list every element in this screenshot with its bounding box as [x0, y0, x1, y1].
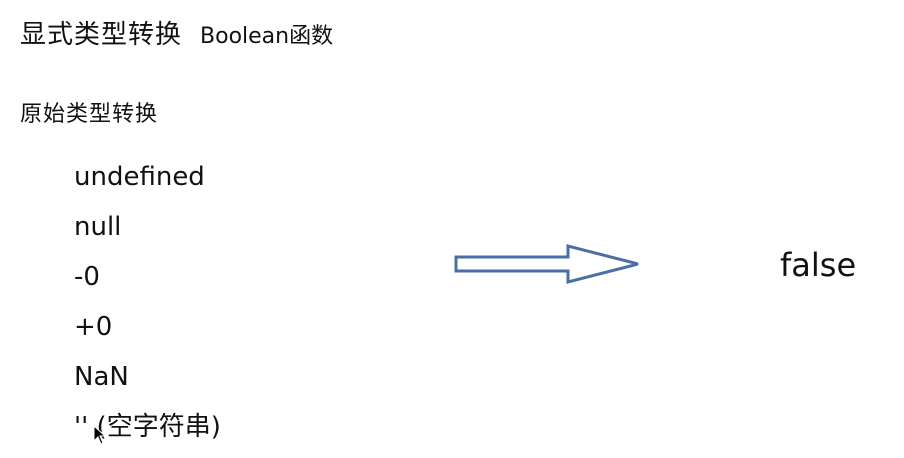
- title-main: 显式类型转换: [20, 20, 183, 50]
- page-title: 显式类型转换 Boolean函数: [20, 14, 333, 51]
- mouse-pointer-icon: [93, 425, 107, 445]
- section-heading: 原始类型转换: [20, 102, 159, 127]
- title-sub: Boolean函数: [200, 24, 334, 49]
- list-item-positive-zero: +0: [74, 312, 113, 342]
- falsy-value-list: undefined null -0 +0 NaN '' (空字符串): [74, 158, 221, 458]
- list-item-null: null: [74, 212, 122, 242]
- result-value: false: [780, 246, 857, 284]
- list-item-nan: NaN: [74, 362, 129, 392]
- right-arrow-icon: [454, 244, 639, 284]
- list-item-negative-zero: -0: [74, 262, 100, 292]
- list-item-undefined: undefined: [74, 162, 205, 192]
